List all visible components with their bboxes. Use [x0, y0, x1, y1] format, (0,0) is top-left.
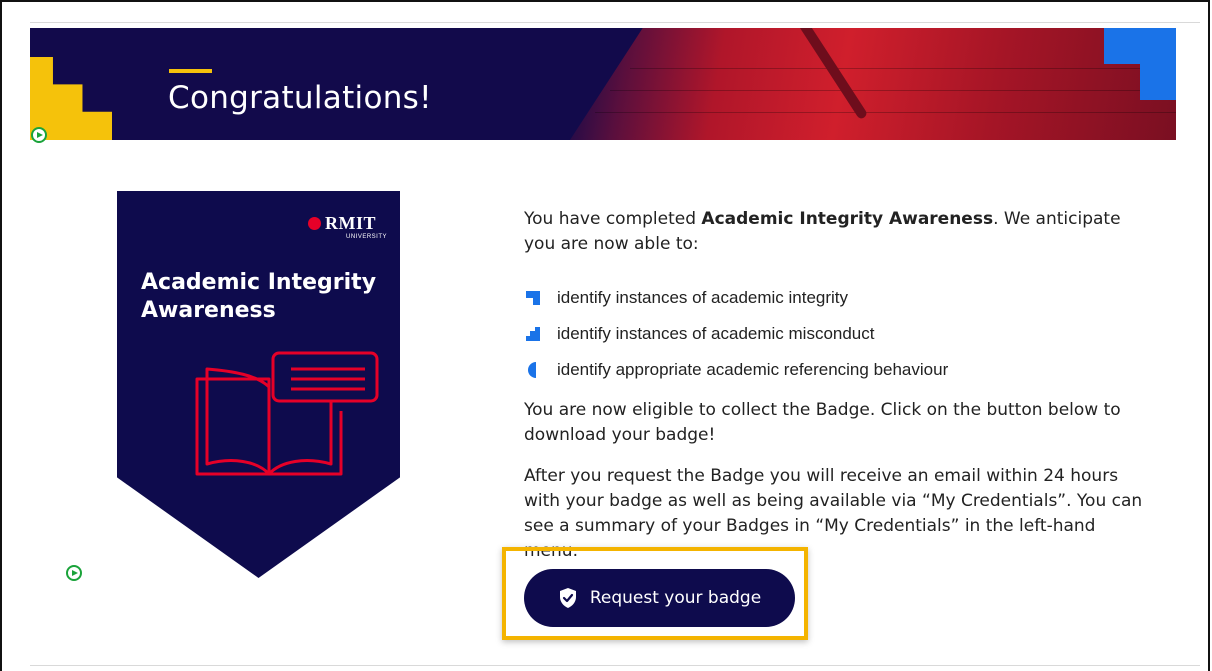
title-accent-bar — [169, 69, 212, 73]
request-badge-button[interactable]: Request your badge — [524, 569, 795, 627]
banner-photo — [570, 28, 1176, 140]
shield-check-icon — [559, 588, 576, 608]
top-divider — [30, 22, 1200, 23]
blue-half-circle-icon — [528, 362, 536, 378]
open-book-with-speech-bubble-icon — [195, 351, 379, 476]
eligibility-message: You are now eligible to collect the Badg… — [524, 400, 1121, 445]
blue-steps-icon — [526, 327, 540, 341]
course-name: Academic Integrity Awareness — [701, 209, 994, 229]
completion-message: You have completed Academic Integrity Aw… — [524, 209, 1121, 254]
list-item: identify instances of academic integrity — [524, 280, 948, 316]
play-icon[interactable] — [31, 127, 47, 143]
blue-corner-icon — [526, 291, 540, 305]
page-title: Congratulations! — [168, 80, 432, 116]
rmit-pixel-icon — [308, 217, 321, 230]
outcomes-list: identify instances of academic integrity… — [524, 280, 948, 388]
play-icon[interactable] — [66, 565, 82, 581]
bottom-divider — [30, 665, 1200, 666]
request-badge-label: Request your badge — [589, 588, 762, 608]
rmit-logo-subtext: UNIVERSITY — [346, 234, 388, 240]
badge-title: Academic Integrity Awareness — [141, 270, 377, 323]
list-item: identify instances of academic misconduc… — [524, 316, 948, 352]
rmit-logo: RMIT — [308, 213, 376, 234]
list-item: identify appropriate academic referencin… — [524, 352, 948, 388]
